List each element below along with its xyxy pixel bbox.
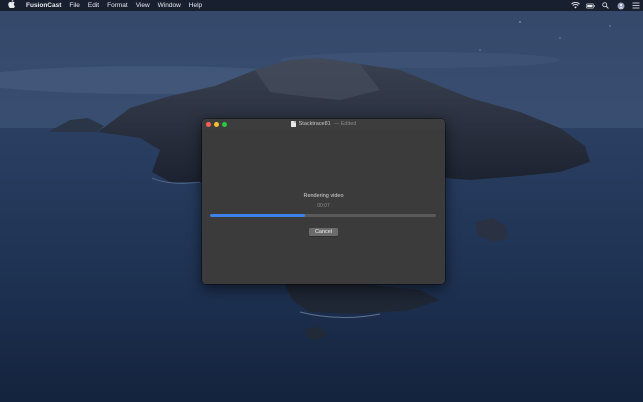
wifi-icon[interactable] — [571, 1, 580, 10]
menu-format[interactable]: Format — [103, 0, 132, 11]
apple-menu-icon[interactable] — [0, 0, 22, 11]
elapsed-time: 00:07 — [317, 203, 330, 209]
control-center-icon[interactable] — [631, 1, 640, 10]
document-icon — [290, 121, 296, 127]
render-progress-bar — [210, 214, 436, 217]
menu-file[interactable]: File — [65, 0, 83, 11]
window-title: Stacktrace81 — Edited — [202, 119, 445, 129]
cancel-button[interactable]: Cancel — [309, 228, 338, 236]
render-status-text: Rendering video — [303, 193, 344, 199]
render-progress-fill — [210, 214, 305, 217]
menu-help[interactable]: Help — [185, 0, 206, 11]
siri-icon[interactable] — [616, 1, 625, 10]
menu-edit[interactable]: Edit — [84, 0, 103, 11]
battery-icon[interactable] — [586, 1, 595, 10]
render-progress-window: Stacktrace81 — Edited Rendering video 00… — [202, 119, 445, 284]
search-icon[interactable] — [601, 1, 610, 10]
menu-view[interactable]: View — [132, 0, 154, 11]
menu-bar: FusionCast File Edit Format View Window … — [0, 0, 643, 11]
document-title: Stacktrace81 — [298, 121, 331, 127]
app-name-menu[interactable]: FusionCast — [22, 0, 65, 11]
menu-window[interactable]: Window — [154, 0, 185, 11]
edited-indicator: — Edited — [333, 121, 357, 127]
window-content: Rendering video 00:07 Cancel — [202, 129, 445, 284]
